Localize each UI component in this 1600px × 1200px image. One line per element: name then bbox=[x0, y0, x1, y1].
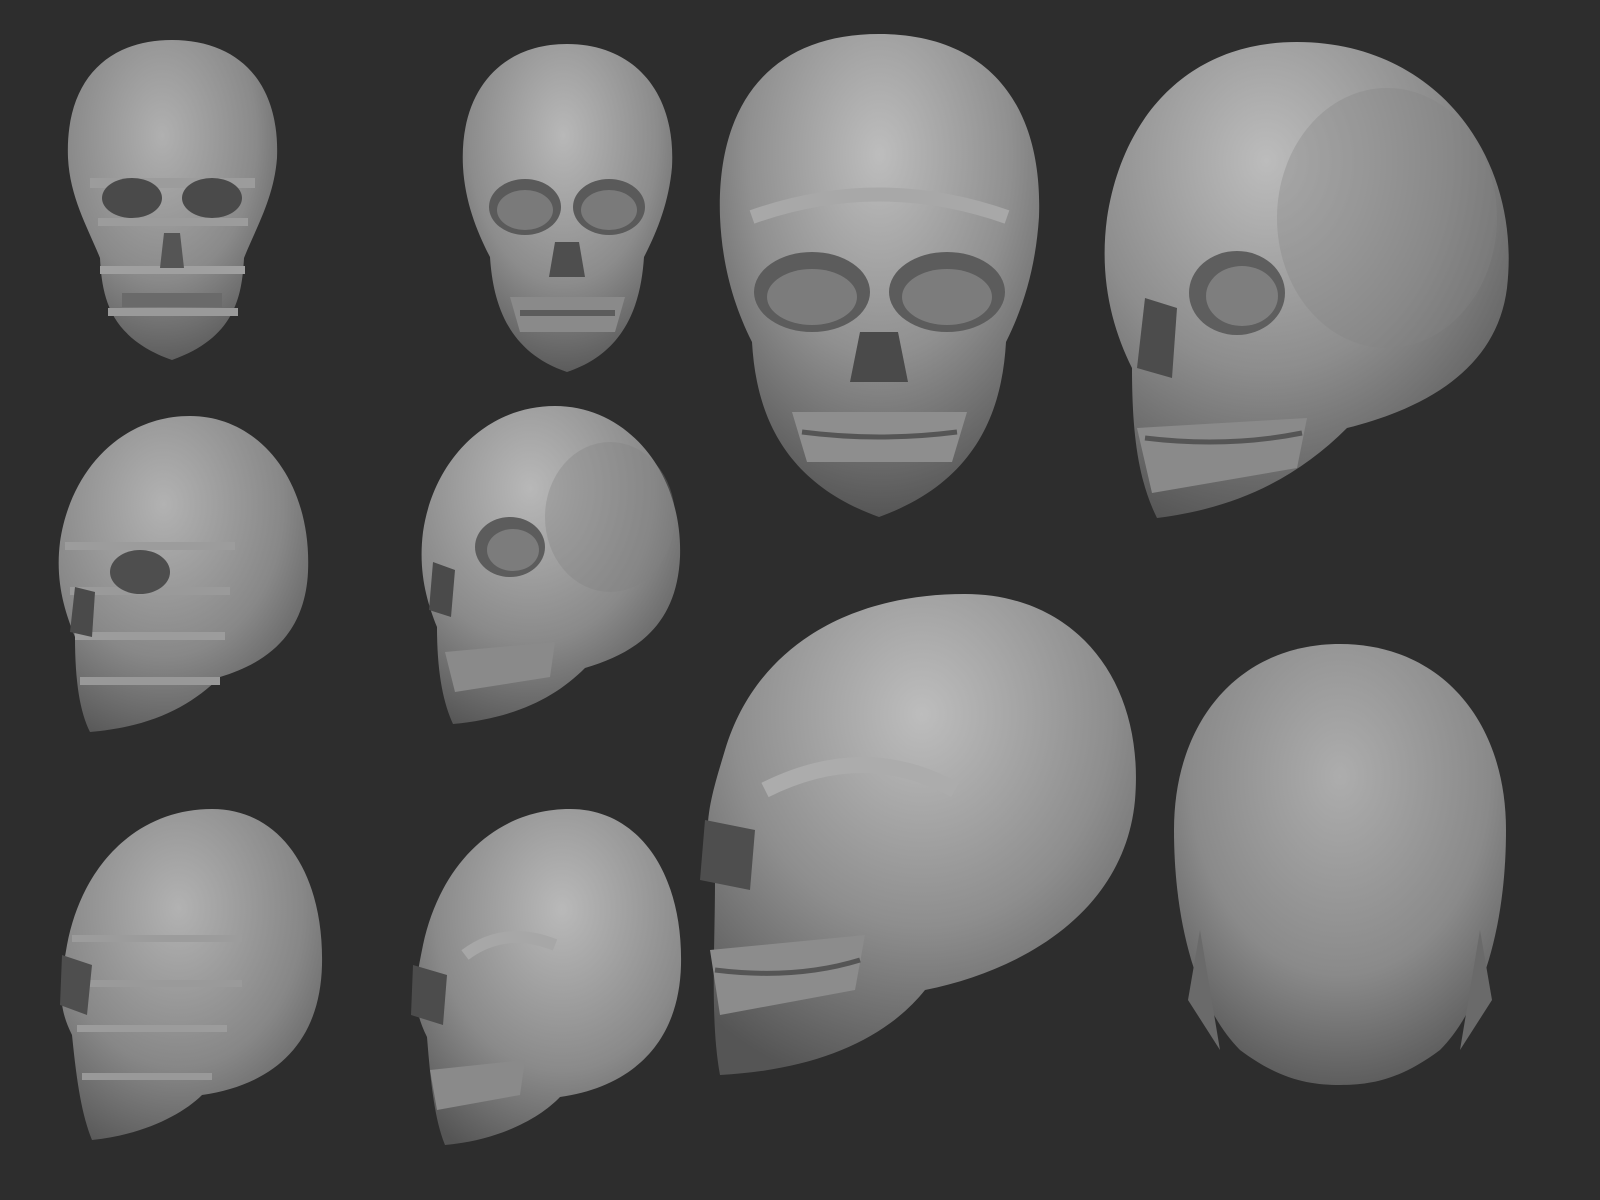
skull-front-refined bbox=[455, 42, 680, 377]
skull-side-smooth bbox=[695, 590, 1140, 1085]
skull-front-smooth bbox=[712, 32, 1047, 522]
skull-three-quarter-smooth bbox=[1097, 38, 1517, 533]
skull-three-quarter-blocky bbox=[50, 412, 315, 742]
skull-back-smooth bbox=[1170, 640, 1510, 1090]
skull-three-quarter-refined bbox=[415, 402, 685, 732]
skull-side-refined bbox=[405, 805, 685, 1150]
skull-front-blocky bbox=[60, 38, 285, 368]
skull-side-blocky bbox=[52, 805, 327, 1145]
sculpt-viewport bbox=[0, 0, 1600, 1200]
